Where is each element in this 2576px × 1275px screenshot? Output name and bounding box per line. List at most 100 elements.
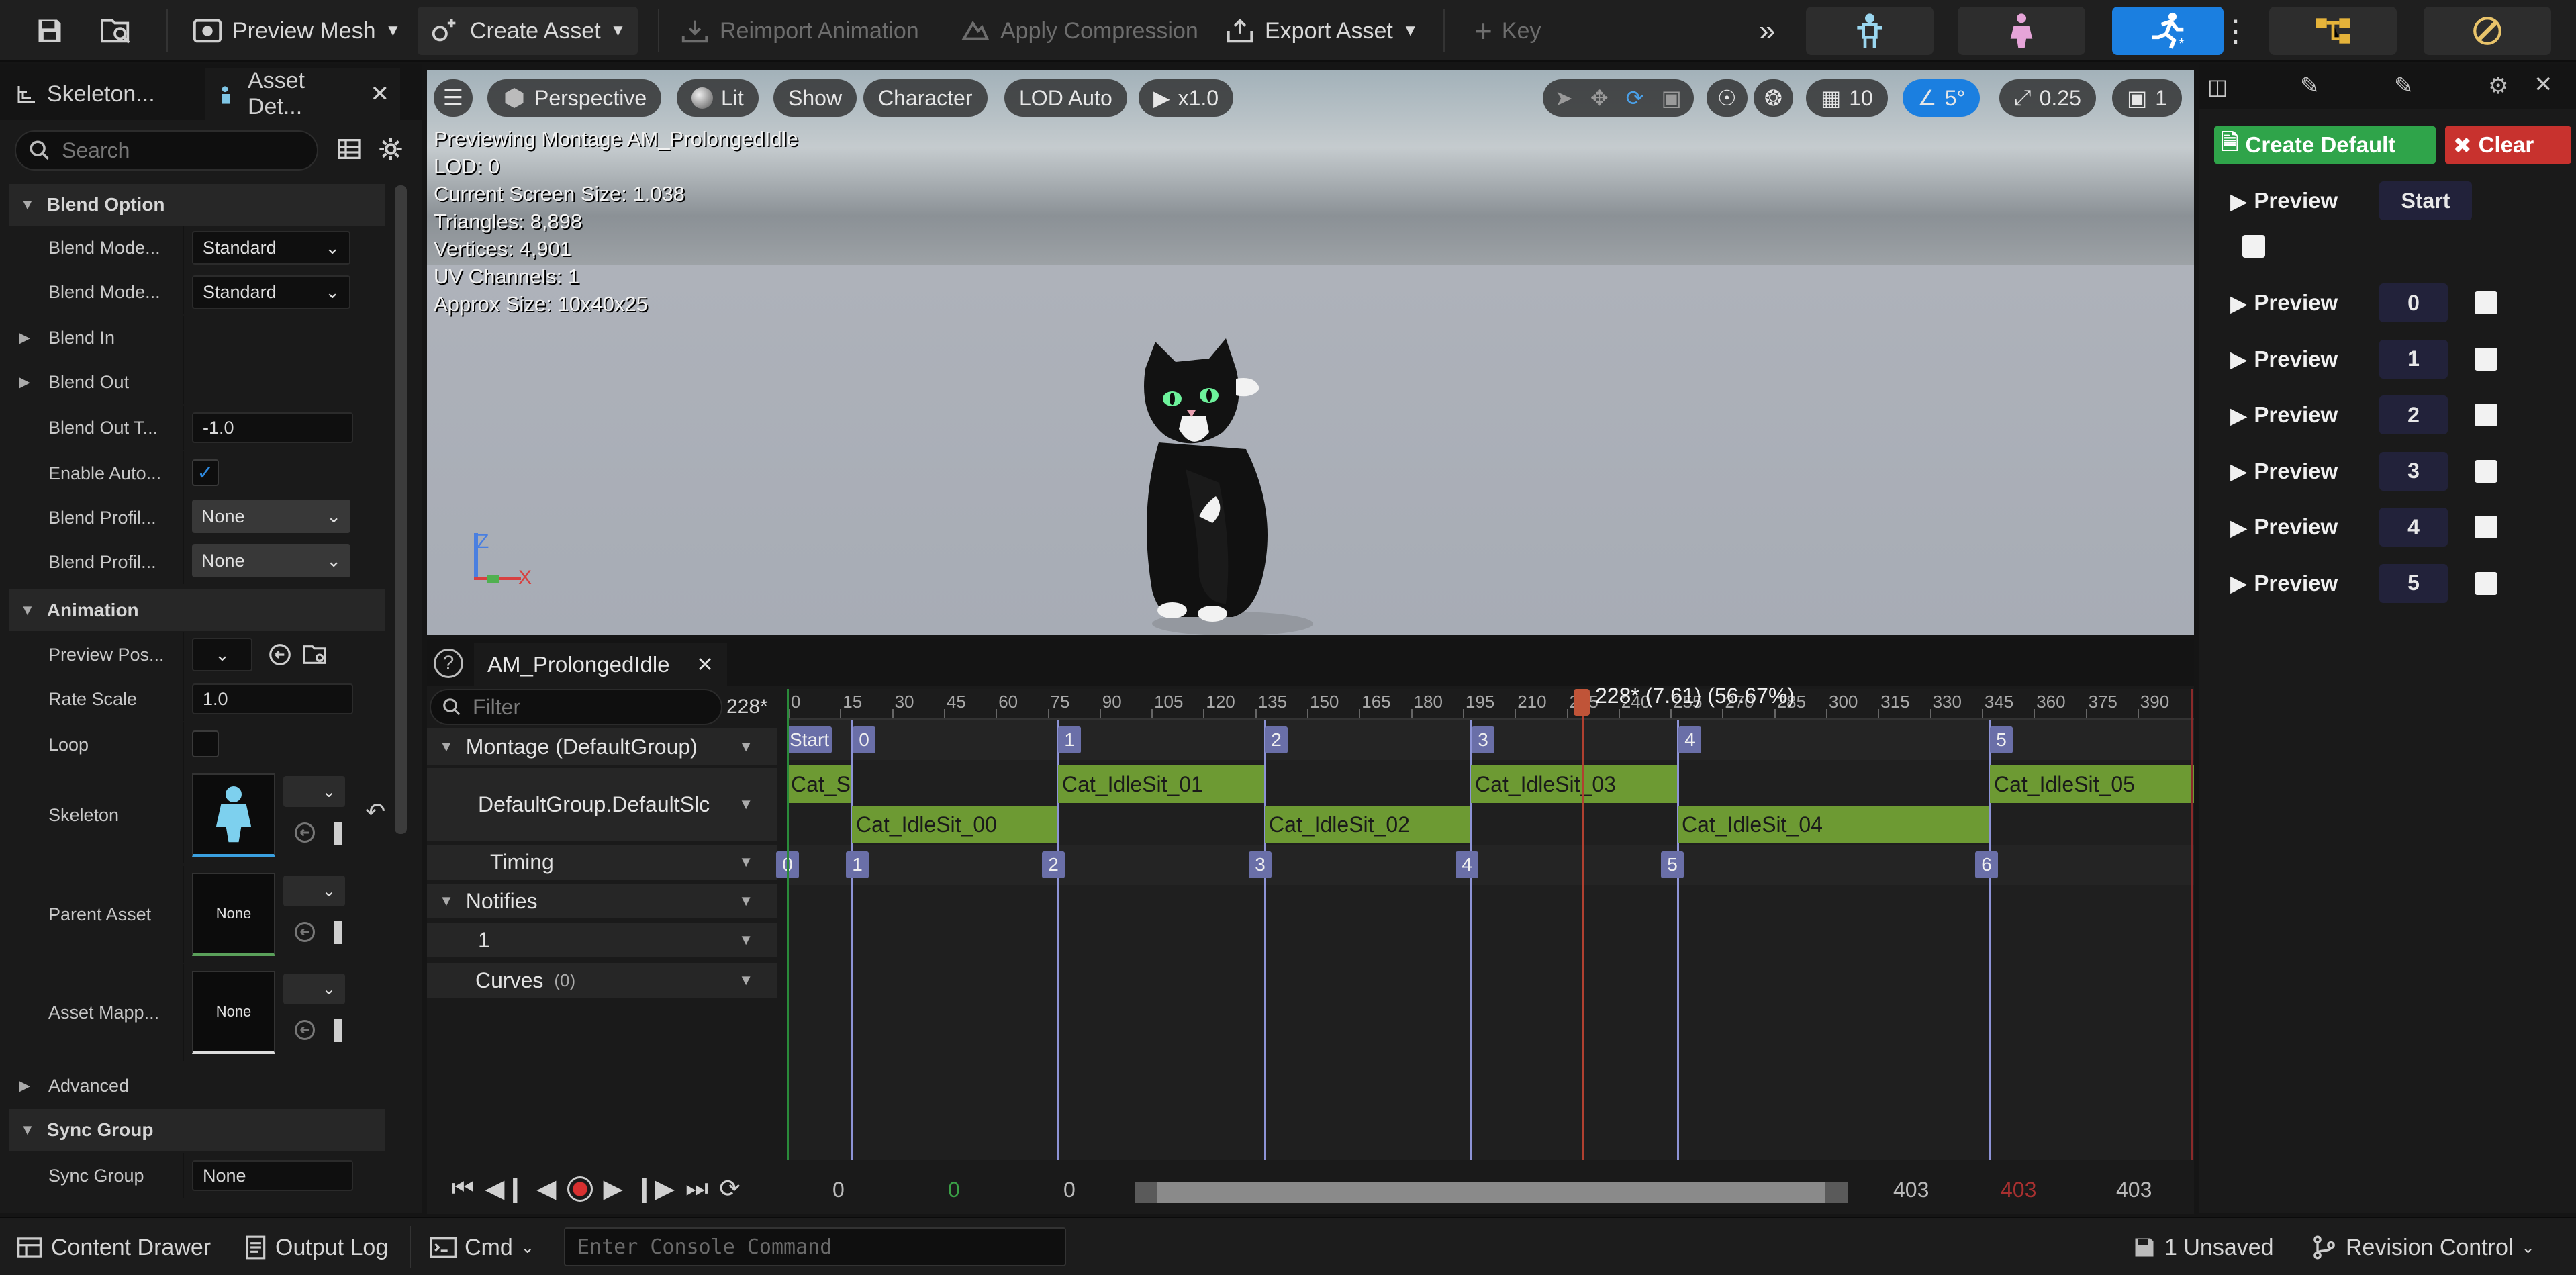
section-start-checkbox[interactable]	[2242, 235, 2265, 258]
scrollbar-right-handle[interactable]	[1825, 1182, 1848, 1203]
parent-asset-thumbnail[interactable]: None	[192, 873, 275, 956]
blend-profile-2-combo[interactable]: None ⌄	[192, 544, 350, 577]
browse-folder-icon[interactable]	[302, 642, 329, 672]
surface-snap-toggle[interactable]: ❂	[1754, 79, 1793, 117]
enable-auto-blend-out-checkbox[interactable]: ✓	[192, 459, 219, 486]
skeleton-picker-combo[interactable]: ⌄	[283, 776, 345, 807]
section-checkbox[interactable]	[2475, 516, 2497, 538]
timing-marker[interactable]: 5	[1661, 851, 1684, 878]
scale-icon[interactable]: ▣	[1661, 85, 1681, 111]
section-index-box[interactable]: 2	[2379, 395, 2448, 434]
blend-out-trigger-input[interactable]: -1.0	[192, 412, 353, 443]
animation-clip[interactable]: Cat_IdleSit_03	[1471, 765, 1677, 803]
dropdown-arrow-icon[interactable]: ▼	[738, 796, 753, 813]
range-end-value[interactable]: 403	[2116, 1178, 2152, 1202]
section-marker[interactable]: 3	[1472, 726, 1494, 753]
more-options-icon[interactable]: ⋮	[2209, 7, 2262, 55]
details-search[interactable]: Search	[15, 130, 318, 171]
loop-icon[interactable]: ⟳	[719, 1174, 741, 1204]
camera-speed-button[interactable]: ▣ 1	[2112, 79, 2183, 117]
tab-edit-icon[interactable]: ✎	[2300, 73, 2320, 99]
tab-asset-details[interactable]: Asset Det... ✕	[205, 68, 400, 120]
playback-speed-button[interactable]: ▶ x1.0	[1139, 79, 1234, 117]
scrollbar-left-handle[interactable]	[1135, 1182, 1157, 1203]
section-animation[interactable]: ▼ Animation	[9, 589, 385, 631]
revision-control-button[interactable]: Revision Control ⌄	[2300, 1227, 2546, 1268]
expand-toolbar-icon[interactable]: »	[1747, 7, 1787, 55]
animation-clip[interactable]: Cat_IdleSit_00	[852, 806, 1057, 843]
playhead-handle[interactable]	[1574, 689, 1590, 716]
loop-checkbox[interactable]	[192, 730, 219, 757]
current-frame-readout[interactable]: 228*	[726, 696, 768, 718]
step-back-icon[interactable]: ◀❙	[485, 1174, 526, 1204]
settings-gear-icon[interactable]	[377, 136, 404, 167]
show-button[interactable]: Show	[773, 79, 857, 117]
track-slot[interactable]: DefaultGroup.DefaultSlc ▼	[427, 768, 777, 841]
clear-button[interactable]: ✖ Clear	[2445, 126, 2571, 164]
section-index-box[interactable]: 1	[2379, 339, 2448, 379]
unsaved-button[interactable]: 1 Unsaved	[2121, 1227, 2285, 1268]
view-start-value[interactable]: 0	[1063, 1178, 1076, 1202]
preview-section-button[interactable]: ▶ Preview	[2230, 564, 2338, 603]
timing-marker[interactable]: 4	[1456, 851, 1478, 878]
record-icon[interactable]	[567, 1176, 593, 1202]
skip-to-end-icon[interactable]: ⏭	[685, 1174, 708, 1203]
section-index-box[interactable]: 0	[2379, 283, 2448, 322]
section-checkbox[interactable]	[2475, 459, 2497, 483]
section-marker[interactable]: 2	[1265, 726, 1288, 753]
use-selected-icon[interactable]	[293, 920, 317, 949]
reset-arrow-icon[interactable]	[267, 642, 293, 672]
preview-start-button[interactable]: ▶ Preview	[2230, 181, 2338, 220]
tab-sections-icon[interactable]: ⚙	[2488, 73, 2508, 99]
blend-mode-2-combo[interactable]: Standard ⌄	[192, 275, 350, 309]
range-start-value[interactable]: 0	[832, 1178, 845, 1202]
create-default-button[interactable]: 🗎 Create Default	[2214, 126, 2436, 164]
prop-blend-in[interactable]: ▶ Blend In	[9, 316, 385, 360]
export-asset-button[interactable]: Export Asset ▼	[1212, 7, 1431, 55]
lod-button[interactable]: LOD Auto	[1004, 79, 1127, 117]
animation-mode-button[interactable]: *	[2112, 7, 2224, 55]
animation-clip[interactable]: Cat_IdleSit_05	[1990, 765, 2194, 803]
undo-arrow-icon[interactable]: ↶	[365, 798, 385, 826]
help-icon[interactable]: ?	[434, 649, 463, 678]
viewport[interactable]: ☰ Perspective Lit Show Character LOD Aut…	[427, 70, 2194, 635]
skeleton-thumbnail[interactable]	[192, 773, 275, 857]
timeline-scrollbar[interactable]	[1135, 1182, 1848, 1203]
animation-clip[interactable]: Cat_St	[787, 765, 851, 803]
rotation-snap-button[interactable]: ∠ 5°	[1903, 79, 1981, 117]
track-notifies[interactable]: ▼ Notifies ▼	[427, 884, 777, 918]
dropdown-arrow-icon[interactable]: ▼	[738, 853, 753, 871]
rate-scale-input[interactable]: 1.0	[192, 683, 353, 714]
play-forward-icon[interactable]: ▶	[604, 1174, 623, 1204]
section-marker[interactable]: Start	[787, 726, 832, 753]
blueprint-mode-button[interactable]	[2269, 7, 2397, 55]
prop-advanced[interactable]: ▶ Advanced	[9, 1064, 385, 1108]
view-end-value[interactable]: 403	[1893, 1178, 1929, 1202]
preview-section-button[interactable]: ▶ Preview	[2230, 395, 2338, 434]
mesh-mode-button[interactable]	[1958, 7, 2085, 55]
skeleton-browse-bar[interactable]	[334, 822, 342, 845]
perspective-button[interactable]: Perspective	[487, 79, 662, 117]
section-index-box[interactable]: 5	[2379, 563, 2448, 603]
asset-mapping-thumbnail[interactable]: None	[192, 971, 275, 1054]
browse-asset-icon[interactable]	[87, 7, 145, 55]
skeleton-mode-button[interactable]	[1806, 7, 1934, 55]
rotate-icon[interactable]: ⟳	[1626, 85, 1644, 111]
section-marker[interactable]: 0	[853, 726, 875, 753]
close-tab-icon[interactable]: ✕	[371, 81, 390, 107]
playback-start-value[interactable]: 0	[948, 1178, 960, 1202]
close-tab-icon[interactable]: ✕	[2534, 71, 2553, 98]
preview-pose-combo[interactable]: ⌄	[192, 638, 252, 671]
preview-section-button[interactable]: ▶ Preview	[2230, 340, 2338, 379]
section-checkbox[interactable]	[2475, 347, 2497, 371]
playback-end-value[interactable]: 403	[2001, 1178, 2036, 1202]
section-checkbox[interactable]	[2475, 404, 2497, 426]
console-command-input[interactable]: Enter Console Command	[564, 1227, 1066, 1266]
blend-mode-1-combo[interactable]: Standard ⌄	[192, 231, 350, 265]
close-tab-icon[interactable]: ✕	[697, 653, 714, 677]
timing-marker[interactable]: 2	[1042, 851, 1065, 878]
section-checkbox[interactable]	[2475, 291, 2497, 314]
scale-snap-button[interactable]: ⤢ 0.25	[1999, 79, 2096, 117]
cmd-dropdown[interactable]: Cmd ⌄	[419, 1227, 545, 1268]
dropdown-arrow-icon[interactable]: ▼	[738, 972, 753, 989]
